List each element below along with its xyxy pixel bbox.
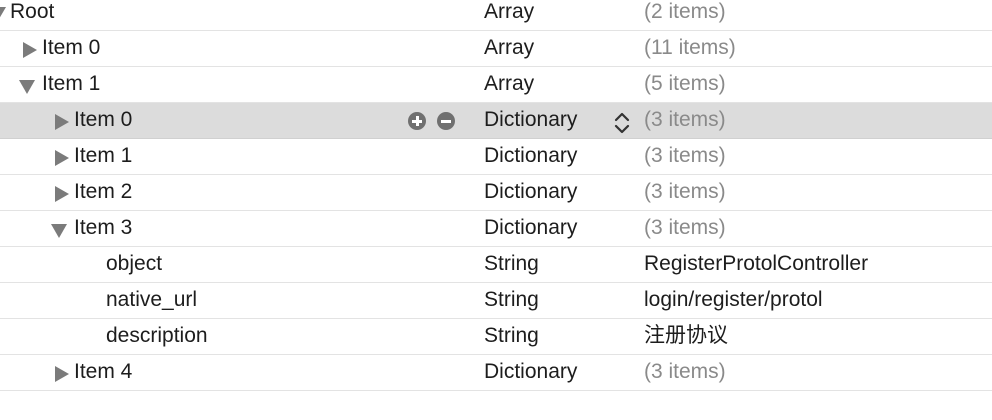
plist-row-item-1-1[interactable]: Item 1 Dictionary (3 items) (0, 139, 992, 175)
row-value: (3 items) (644, 108, 726, 131)
disclosure-triangle-right-icon[interactable] (52, 175, 70, 211)
plist-row-item-1-0-selected[interactable]: Item 0 Dictionary (3 items) (0, 103, 992, 139)
row-value: (11 items) (644, 36, 736, 59)
row-key[interactable]: Item 1 (42, 67, 100, 101)
row-type[interactable]: String (484, 247, 539, 281)
row-value[interactable]: login/register/protol (644, 283, 823, 317)
row-type[interactable]: String (484, 283, 539, 317)
row-value: (5 items) (644, 72, 726, 95)
disclosure-triangle-down-icon[interactable] (19, 67, 37, 103)
plus-circle-icon[interactable] (408, 112, 426, 130)
row-value: (3 items) (644, 144, 726, 167)
row-type[interactable]: Array (484, 31, 534, 65)
minus-circle-icon[interactable] (437, 112, 455, 130)
row-type[interactable]: Dictionary (484, 175, 577, 209)
row-key[interactable]: Item 0 (42, 31, 100, 65)
row-key[interactable]: Item 3 (74, 211, 132, 245)
row-value: (2 items) (644, 0, 726, 23)
disclosure-triangle-down-icon[interactable] (51, 211, 69, 247)
row-key[interactable]: description (106, 319, 208, 353)
row-value: (3 items) (644, 360, 726, 383)
row-key[interactable]: Item 4 (74, 355, 132, 389)
row-key[interactable]: Item 1 (74, 139, 132, 173)
plist-editor: Root Array (2 items) Item 0 Array (11 it… (0, 0, 992, 420)
plist-row-item-1-4[interactable]: Item 4 Dictionary (3 items) (0, 355, 992, 391)
row-value: (3 items) (644, 180, 726, 203)
plist-row-native-url[interactable]: native_url String login/register/protol (0, 283, 992, 319)
disclosure-triangle-down-icon[interactable] (0, 0, 10, 31)
disclosure-triangle-right-icon[interactable] (52, 355, 70, 391)
plist-row-item-1-2[interactable]: Item 2 Dictionary (3 items) (0, 175, 992, 211)
row-type[interactable]: String (484, 319, 539, 353)
disclosure-triangle-right-icon[interactable] (20, 31, 38, 67)
row-type[interactable]: Array (484, 67, 534, 101)
disclosure-triangle-right-icon[interactable] (52, 103, 70, 139)
row-key[interactable]: Item 0 (74, 103, 132, 137)
row-value: (3 items) (644, 216, 726, 239)
row-value[interactable]: 注册协议 (644, 319, 728, 353)
row-key[interactable]: Item 2 (74, 175, 132, 209)
plist-row-item-1[interactable]: Item 1 Array (5 items) (0, 67, 992, 103)
row-type[interactable]: Dictionary (484, 211, 577, 245)
row-key[interactable]: native_url (106, 283, 197, 317)
row-value[interactable]: RegisterProtolController (644, 247, 868, 281)
disclosure-triangle-right-icon[interactable] (52, 139, 70, 175)
row-type[interactable]: Dictionary (484, 139, 577, 173)
plist-row-root[interactable]: Root Array (2 items) (0, 0, 992, 31)
row-type[interactable]: Dictionary (484, 355, 577, 389)
row-key[interactable]: Root (10, 0, 54, 29)
plist-row-item-1-3[interactable]: Item 3 Dictionary (3 items) (0, 211, 992, 247)
row-type[interactable]: Dictionary (484, 103, 577, 137)
row-key[interactable]: object (106, 247, 162, 281)
up-down-chevron-icon[interactable] (612, 111, 632, 135)
plist-row-object[interactable]: object String RegisterProtolController (0, 247, 992, 283)
plist-row-item-0[interactable]: Item 0 Array (11 items) (0, 31, 992, 67)
plist-row-description[interactable]: description String 注册协议 (0, 319, 992, 355)
row-type[interactable]: Array (484, 0, 534, 29)
